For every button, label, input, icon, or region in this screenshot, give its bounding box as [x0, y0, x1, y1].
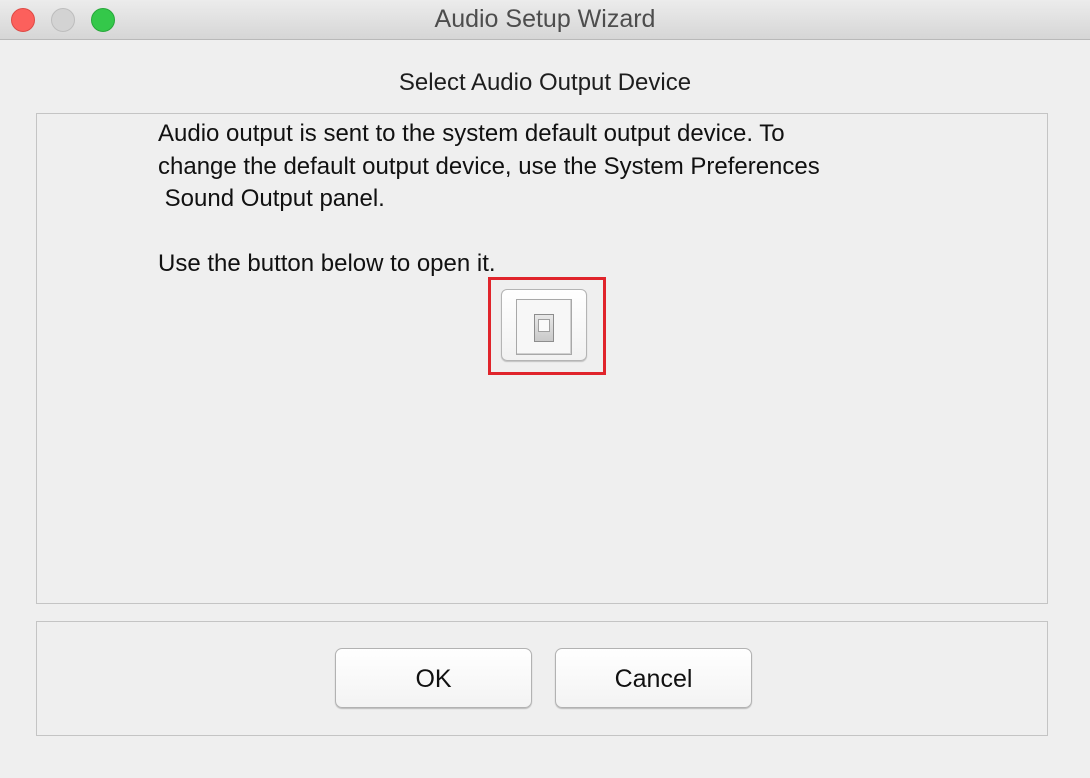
instruction-line: Sound Output panel. [158, 185, 385, 212]
instruction-line: Use the button below to open it. [158, 250, 496, 277]
instruction-text: Audio output is sent to the system defau… [158, 118, 978, 281]
audio-setup-wizard-window: Audio Setup Wizard Select Audio Output D… [0, 0, 1090, 778]
switch-knob [538, 319, 550, 332]
cancel-button[interactable]: Cancel [555, 648, 752, 708]
instruction-line [158, 216, 978, 249]
page-heading: Select Audio Output Device [398, 69, 692, 96]
content-panel: Audio output is sent to the system defau… [36, 113, 1048, 604]
ok-button[interactable]: OK [335, 648, 532, 708]
switch-slot [534, 314, 554, 342]
instruction-line: Audio output is sent to the system defau… [158, 120, 785, 147]
button-panel: OK Cancel [36, 621, 1048, 736]
open-sound-preferences-button[interactable] [501, 289, 587, 361]
instruction-line: change the default output device, use th… [158, 152, 820, 180]
title-bar[interactable]: Audio Setup Wizard [0, 0, 1090, 40]
toggle-switch-icon [516, 299, 572, 355]
window-title: Audio Setup Wizard [434, 5, 656, 33]
